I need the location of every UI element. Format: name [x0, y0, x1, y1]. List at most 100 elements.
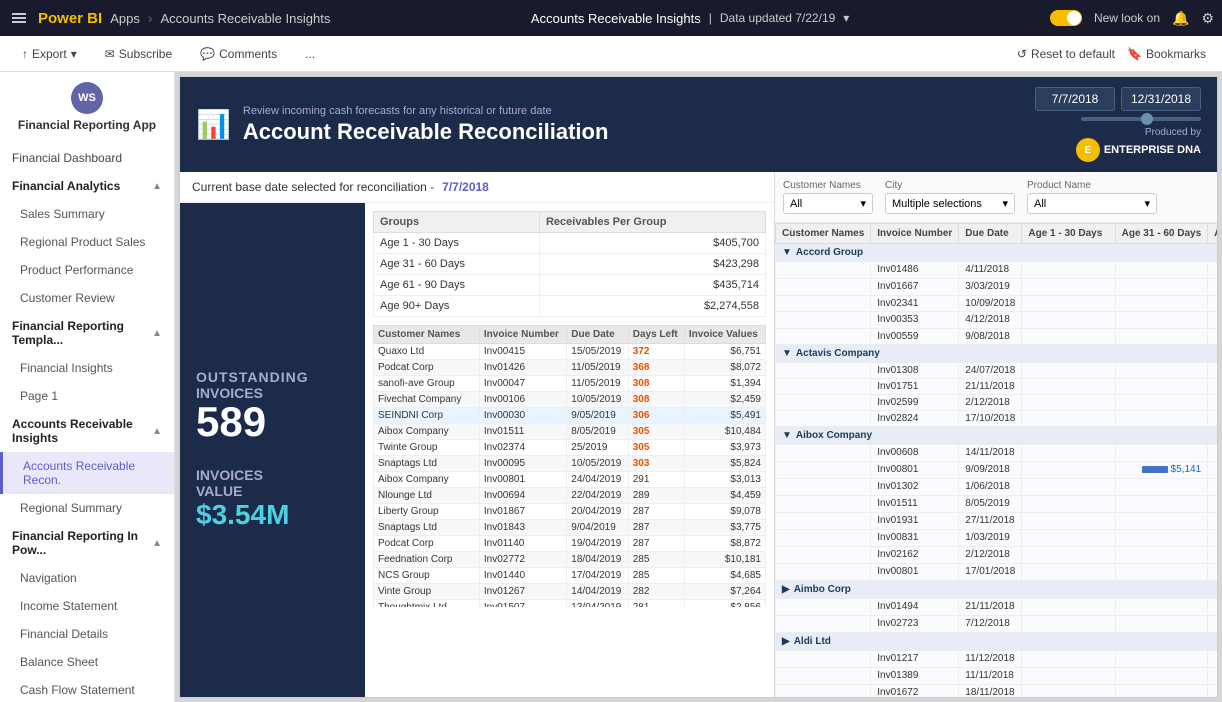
cust-inv-number: Inv00801 — [871, 564, 959, 581]
customer-invoice-row[interactable]: Inv0130824/07/2018 — [776, 363, 1218, 379]
groups-table-row[interactable]: Age 31 - 60 Days$423,298 — [374, 254, 766, 275]
customer-invoice-row[interactable]: Inv014864/11/2018$2,422 — [776, 262, 1218, 279]
customer-invoice-row[interactable]: Inv0282417/10/2018 — [776, 411, 1218, 427]
groups-table-row[interactable]: Age 1 - 30 Days$405,700 — [374, 233, 766, 254]
customer-invoice-row[interactable]: Inv008311/03/2019$3,888 — [776, 530, 1218, 547]
invoice-table-row[interactable]: SEINDNI CorpInv000309/05/2019306$5,491 — [374, 408, 766, 424]
cust-cell — [1115, 651, 1208, 668]
sidebar-item-regional-summary[interactable]: Regional Summary — [0, 494, 174, 522]
sidebar-item-balance-sheet[interactable]: Balance Sheet — [0, 648, 174, 676]
sidebar-item-accounts-receivable-insights[interactable]: Accounts Receivable Insights ▲ — [0, 410, 174, 452]
customer-invoice-row[interactable]: Inv0167218/11/2018$7,936 — [776, 685, 1218, 698]
customer-group-row[interactable]: ▼Actavis Company — [776, 345, 1218, 363]
customer-invoice-row[interactable]: Inv003534/12/2018$1,597 — [776, 312, 1218, 329]
invoice-table-row[interactable]: Podcat CorpInv0142611/05/2019368$8,072 — [374, 360, 766, 376]
sidebar-item-financial-reporting-in-pow[interactable]: Financial Reporting In Pow... ▲ — [0, 522, 174, 564]
customer-invoice-row[interactable]: Inv015118/05/2019$3,973 — [776, 496, 1218, 513]
customer-invoice-row[interactable]: Inv0234110/09/2018 — [776, 296, 1218, 312]
customer-invoice-row[interactable]: Inv0121711/12/2018$5,180 — [776, 651, 1218, 668]
new-look-toggle[interactable] — [1050, 10, 1082, 26]
group-name: Age 1 - 30 Days — [374, 233, 540, 254]
sidebar-item-financial-analytics[interactable]: Financial Analytics ▲ — [0, 172, 174, 200]
customer-group-row[interactable]: ▼Aibox Company — [776, 427, 1218, 445]
cust-cell — [1115, 685, 1208, 698]
customer-invoice-row[interactable]: Inv005599/08/2018 — [776, 329, 1218, 345]
customer-invoice-row[interactable]: Inv016673/03/2019$7,239 — [776, 279, 1218, 296]
customer-invoice-row[interactable]: Inv021622/12/2018$7,588 — [776, 547, 1218, 564]
sidebar-item-financial-insights[interactable]: Financial Insights — [0, 354, 174, 382]
customer-invoice-row[interactable]: Inv025992/12/2018 — [776, 395, 1218, 411]
invoice-table-row[interactable]: Aibox CompanyInv0080124/04/2019291$3,013 — [374, 472, 766, 488]
sidebar-item-product-performance[interactable]: Product Performance — [0, 256, 174, 284]
apps-link[interactable]: Apps — [110, 11, 140, 26]
subscribe-button[interactable]: ✉ Subscribe — [99, 43, 178, 65]
customer-group-row[interactable]: ▶Aldi Ltd — [776, 633, 1218, 651]
settings-icon[interactable]: ⚙ — [1201, 10, 1214, 27]
invoice-table-row[interactable]: Snaptags LtdInv018439/04/2019287$3,775 — [374, 520, 766, 536]
invoice-table-row[interactable]: Feednation CorpInv0277218/04/2019285$10,… — [374, 552, 766, 568]
customer-group-row[interactable]: ▼Accord Group — [776, 244, 1218, 262]
sidebar-item-regional-product-sales[interactable]: Regional Product Sales — [0, 228, 174, 256]
customer-invoice-row[interactable]: Inv0175121/11/2018 — [776, 379, 1218, 395]
invoice-table-row[interactable]: Twinte GroupInv0237425/2019305$3,973 — [374, 440, 766, 456]
logo-area: Produced by E ENTERPRISE DNA — [1076, 127, 1201, 162]
sidebar-item-financial-details[interactable]: Financial Details — [0, 620, 174, 648]
sidebar-item-navigation[interactable]: Navigation — [0, 564, 174, 592]
more-button[interactable]: ... — [299, 43, 321, 65]
invoice-table-row[interactable]: Vinte GroupInv0126714/04/2019282$7,264 — [374, 584, 766, 600]
group-name: Age 31 - 60 Days — [374, 254, 540, 275]
export-button[interactable]: ↑ Export ▾ — [16, 43, 83, 65]
sidebar-item-cash-flow-statement[interactable]: Cash Flow Statement — [0, 676, 174, 702]
customer-invoice-row[interactable]: Inv0193127/11/2018$7,672 — [776, 513, 1218, 530]
date-end[interactable]: 12/31/2018 — [1121, 87, 1201, 111]
filter-customer-select[interactable]: All ▾ — [783, 193, 873, 214]
cust-inv-due: 4/11/2018 — [959, 262, 1022, 279]
customer-table-area[interactable]: Customer Names Invoice Number Due Date A… — [775, 223, 1217, 697]
report-body: Current base date selected for reconcili… — [180, 172, 1217, 697]
bookmarks-button[interactable]: 🔖 Bookmarks — [1127, 47, 1206, 61]
invoice-table-row[interactable]: Podcat CorpInv0114019/04/2019287$8,872 — [374, 536, 766, 552]
invoice-table-row[interactable]: sanofi-ave GroupInv0004711/05/2019308$1,… — [374, 376, 766, 392]
customer-invoice-row[interactable]: Inv0149421/11/2018$3,488 — [776, 599, 1218, 616]
customer-invoice-row[interactable]: Inv0138911/11/2018$3,324 — [776, 668, 1218, 685]
topbar-dropdown-arrow[interactable]: ▾ — [843, 11, 849, 25]
sidebar-item-customer-review[interactable]: Customer Review — [0, 284, 174, 312]
invoice-table-row[interactable]: Liberty GroupInv0186720/04/2019287$9,078 — [374, 504, 766, 520]
date-start[interactable]: 7/7/2018 — [1035, 87, 1115, 111]
sidebar-item-income-statement[interactable]: Income Statement — [0, 592, 174, 620]
date-slider[interactable] — [1081, 117, 1201, 121]
invoice-table-container[interactable]: Customer Names Invoice Number Due Date D… — [373, 325, 766, 607]
sidebar-item-sales-summary[interactable]: Sales Summary — [0, 200, 174, 228]
invoice-table-row[interactable]: Snaptags LtdInv0009510/05/2019303$5,824 — [374, 456, 766, 472]
filter-product-select[interactable]: All ▾ — [1027, 193, 1157, 214]
customer-invoice-row[interactable]: Inv027237/12/2018$9,577 — [776, 616, 1218, 633]
groups-table-row[interactable]: Age 61 - 90 Days$435,714 — [374, 275, 766, 296]
cust-inv-number: Inv01486 — [871, 262, 959, 279]
cust-inv-name-spacer — [776, 395, 871, 411]
invoice-table-row[interactable]: NCS GroupInv0144017/04/2019285$4,685 — [374, 568, 766, 584]
invoice-table-row[interactable]: Fivechat CompanyInv0010610/05/2019308$2,… — [374, 392, 766, 408]
invoice-table-row[interactable]: Aibox CompanyInv015118/05/2019305$10,484 — [374, 424, 766, 440]
customer-group-row[interactable]: ▶Aimbo Corp — [776, 581, 1218, 599]
invoice-table-row[interactable]: Nlounge LtdInv0069422/04/2019289$4,459 — [374, 488, 766, 504]
customer-invoice-row[interactable]: Inv0080117/01/2018$9,577 — [776, 564, 1218, 581]
invoice-table-row[interactable]: Quaxo LtdInv0041515/05/2019372$6,751 — [374, 344, 766, 360]
filter-product-value: All — [1034, 198, 1046, 210]
groups-table-row[interactable]: Age 90+ Days$2,274,558 — [374, 296, 766, 317]
comments-button[interactable]: 💬 Comments — [194, 43, 283, 65]
sidebar-item-financial-dashboard[interactable]: Financial Dashboard — [0, 144, 174, 172]
invoice-table-row[interactable]: Thoughtmix LtdInv0150713/04/2019281$2,85… — [374, 600, 766, 608]
customer-invoice-row[interactable]: Inv0060814/11/2018$2,166$4,964 — [776, 445, 1218, 462]
breadcrumb-item[interactable]: Accounts Receivable Insights — [161, 11, 331, 26]
reset-button[interactable]: ↺ Reset to default — [1017, 47, 1115, 61]
apps-grid-icon[interactable] — [8, 9, 30, 27]
sidebar-item-accounts-receivable-recon[interactable]: Accounts Receivable Recon. — [0, 452, 174, 494]
customer-invoice-row[interactable]: Inv008019/09/2018$5,141$3,459 — [776, 462, 1218, 479]
sidebar-item-page1[interactable]: Page 1 — [0, 382, 174, 410]
notification-icon[interactable]: 🔔 — [1172, 10, 1189, 27]
sidebar-item-financial-reporting-template[interactable]: Financial Reporting Templa... ▲ — [0, 312, 174, 354]
customer-invoice-row[interactable]: Inv013021/06/2018$5,036 — [776, 479, 1218, 496]
cust-cell — [1208, 411, 1217, 427]
cust-inv-due: 21/11/2018 — [959, 599, 1022, 616]
filter-city-select[interactable]: Multiple selections ▾ — [885, 193, 1015, 214]
